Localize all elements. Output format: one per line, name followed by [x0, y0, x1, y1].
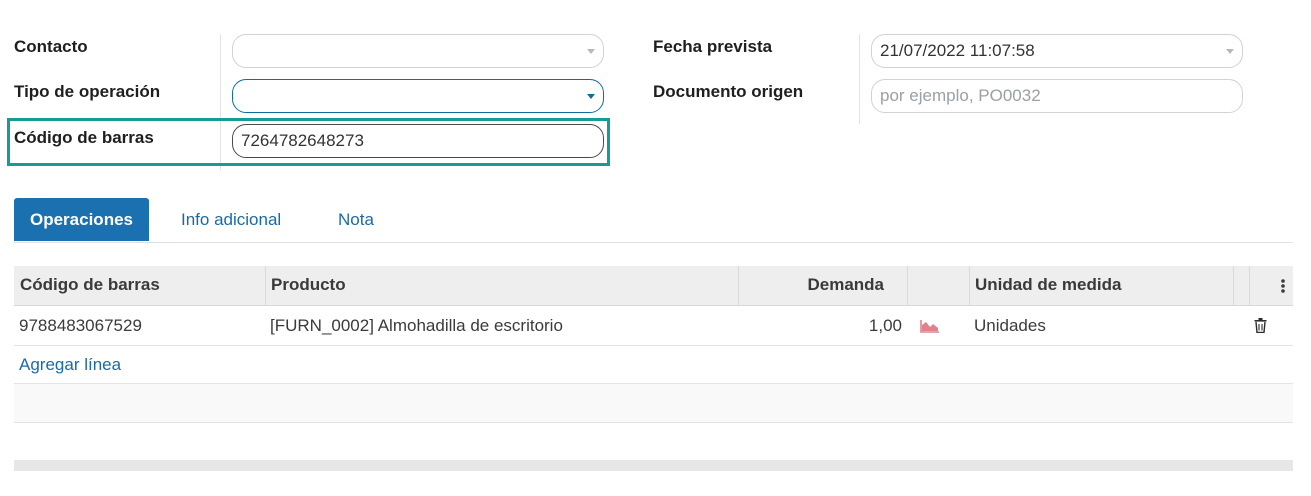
- tabs-divider: [14, 242, 1293, 243]
- transfer-form: Contacto Tipo de operación Código de bar…: [0, 0, 1311, 496]
- source-document-placeholder: por ejemplo, PO0032: [880, 86, 1041, 105]
- row-barcode: 9788483067529: [19, 316, 142, 335]
- add-line-link[interactable]: Agregar línea: [19, 346, 121, 383]
- column-divider: [1233, 266, 1234, 306]
- chevron-down-icon[interactable]: [1226, 49, 1234, 54]
- row-demand: 1,00: [868, 316, 902, 335]
- add-line-row: Agregar línea: [14, 346, 1293, 384]
- tab-note[interactable]: Nota: [322, 198, 390, 241]
- source-document-label: Documento origen: [653, 82, 804, 101]
- chevron-down-icon[interactable]: [587, 49, 595, 54]
- column-header-uom[interactable]: Unidad de medida: [975, 266, 1121, 306]
- column-divider: [738, 266, 739, 306]
- column-divider: [907, 266, 908, 306]
- operation-type-label: Tipo de operación: [14, 82, 161, 101]
- source-document-field[interactable]: por ejemplo, PO0032: [871, 79, 1243, 113]
- column-header-barcode[interactable]: Código de barras: [20, 266, 160, 306]
- scheduled-date-field[interactable]: 21/07/2022 11:07:58: [871, 34, 1243, 68]
- area-chart-icon[interactable]: [920, 319, 940, 333]
- tab-additional-info[interactable]: Info adicional: [165, 198, 297, 241]
- operation-type-field[interactable]: [232, 79, 604, 113]
- trash-icon[interactable]: [1254, 318, 1267, 333]
- barcode-field[interactable]: 7264782648273: [232, 124, 604, 158]
- tab-operations[interactable]: Operaciones: [14, 198, 149, 241]
- right-column-divider: [859, 34, 860, 124]
- column-header-demand[interactable]: Demanda: [807, 266, 884, 306]
- scheduled-date-value: 21/07/2022 11:07:58: [880, 41, 1035, 60]
- contact-label: Contacto: [14, 37, 88, 56]
- contact-field[interactable]: [232, 34, 604, 68]
- empty-table-row: [14, 384, 1293, 423]
- barcode-value: 7264782648273: [241, 131, 364, 150]
- row-uom: Unidades: [974, 316, 1046, 335]
- column-divider: [1249, 266, 1250, 306]
- table-header: Código de barras Producto Demanda Unidad…: [14, 266, 1293, 306]
- column-divider: [265, 266, 266, 306]
- column-divider: [969, 266, 970, 306]
- scheduled-date-label: Fecha prevista: [653, 37, 773, 56]
- column-header-product[interactable]: Producto: [271, 266, 346, 306]
- vertical-ellipsis-icon[interactable]: [1280, 278, 1286, 294]
- horizontal-scrollbar[interactable]: [14, 460, 1293, 471]
- chevron-down-icon[interactable]: [587, 94, 595, 99]
- table-row[interactable]: 9788483067529 [FURN_0002] Almohadilla de…: [14, 307, 1293, 346]
- row-product: [FURN_0002] Almohadilla de escritorio: [270, 316, 563, 335]
